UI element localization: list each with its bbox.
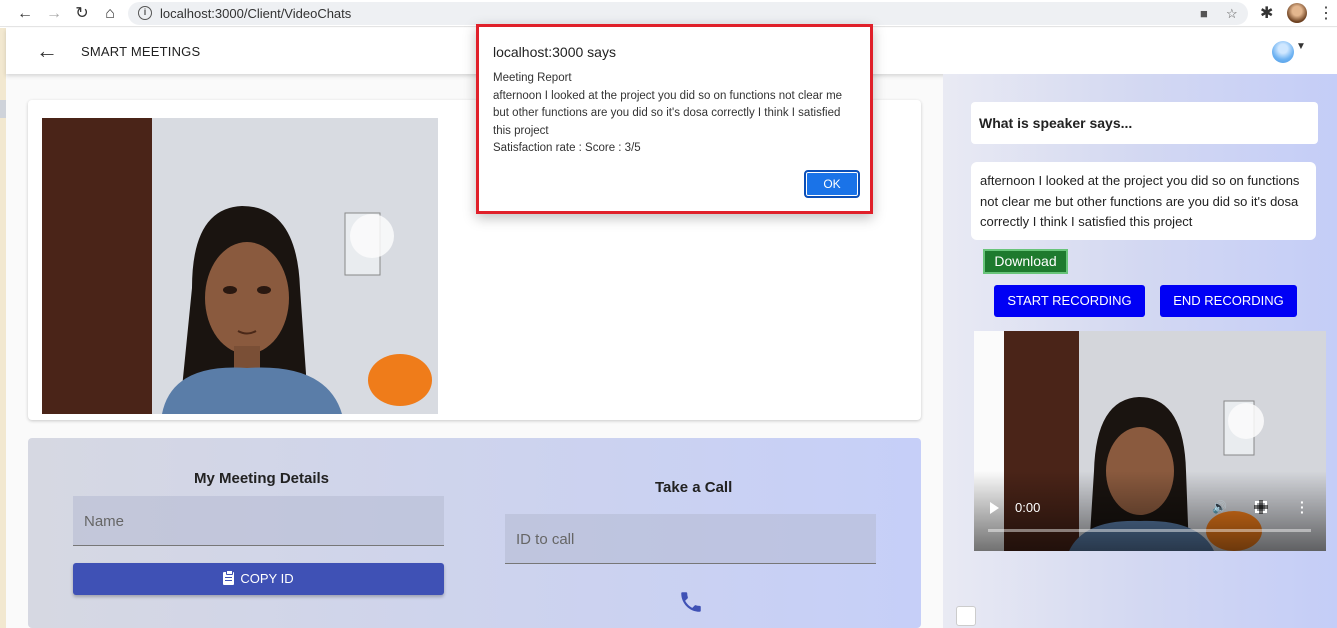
transcript-text: afternoon I looked at the project you di…	[971, 162, 1316, 240]
ok-button[interactable]: OK	[804, 170, 860, 198]
fullscreen-icon[interactable]	[1254, 500, 1268, 514]
page-title: SMART MEETINGS	[81, 44, 201, 59]
camera-icon[interactable]: ■	[1200, 6, 1208, 21]
more-options-icon[interactable]: · · ·	[1300, 495, 1305, 519]
id-to-call-placeholder: ID to call	[516, 531, 575, 548]
speaker-header: What is speaker says...	[971, 102, 1318, 144]
user-avatar[interactable]	[1272, 41, 1294, 63]
back-arrow-icon[interactable]: ←	[14, 3, 36, 25]
back-arrow-icon[interactable]: ←	[36, 38, 58, 64]
chevron-down-icon[interactable]: ▼	[1296, 41, 1306, 52]
browser-toolbar: ← → ↻ ⌂ i localhost:3000/Client/VideoCha…	[0, 0, 1337, 27]
recording-video-player[interactable]: 0:00 🔊 · · ·	[974, 331, 1326, 551]
info-icon[interactable]: i	[138, 6, 152, 20]
star-icon[interactable]: ☆	[1226, 6, 1238, 22]
dialog-text: afternoon I looked at the project you di…	[493, 89, 843, 137]
volume-icon[interactable]: 🔊	[1212, 500, 1227, 514]
player-controls: 0:00 🔊 · · ·	[974, 471, 1326, 551]
alert-dialog: localhost:3000 says Meeting Report after…	[476, 24, 873, 214]
speaker-title: What is speaker says...	[979, 115, 1133, 131]
phone-icon[interactable]	[678, 589, 704, 615]
play-icon[interactable]	[990, 502, 999, 514]
download-button[interactable]: Download	[983, 249, 1068, 274]
extensions-icon[interactable]: ✱	[1260, 3, 1273, 23]
copy-id-label: COPY ID	[240, 571, 294, 586]
start-recording-button[interactable]: START RECORDING	[994, 285, 1145, 317]
home-icon[interactable]: ⌂	[99, 3, 121, 25]
take-call-title: Take a Call	[655, 479, 733, 496]
checkbox[interactable]	[956, 606, 976, 626]
id-to-call-field[interactable]: ID to call	[505, 514, 876, 564]
name-field[interactable]: Name	[73, 496, 444, 546]
local-video	[42, 118, 438, 414]
meeting-details-title: My Meeting Details	[194, 470, 330, 487]
player-time: 0:00	[1015, 500, 1041, 515]
copy-id-button[interactable]: COPY ID	[73, 563, 444, 595]
name-placeholder: Name	[84, 513, 125, 530]
dialog-message: Meeting Report afternoon I looked at the…	[493, 70, 855, 158]
url-text[interactable]: localhost:3000/Client/VideoChats	[160, 6, 351, 21]
end-recording-button[interactable]: END RECORDING	[1160, 285, 1297, 317]
forward-arrow-icon[interactable]: →	[43, 3, 65, 25]
meeting-details-panel: My Meeting Details Name COPY ID Take a C…	[28, 438, 921, 628]
dialog-origin: localhost:3000 says	[493, 44, 616, 60]
clipboard-icon	[223, 570, 235, 585]
address-bar[interactable]: i localhost:3000/Client/VideoChats ■ ☆	[128, 2, 1248, 25]
speaker-panel: What is speaker says... afternoon I look…	[943, 74, 1337, 628]
reload-icon[interactable]: ↻	[71, 3, 93, 25]
webcam-image	[42, 118, 438, 414]
profile-avatar[interactable]	[1287, 3, 1307, 23]
menu-icon[interactable]: ⋮	[1318, 3, 1334, 23]
progress-bar[interactable]	[988, 529, 1311, 532]
dialog-heading: Meeting Report	[493, 72, 572, 84]
dialog-score: Satisfaction rate : Score : 3/5	[493, 142, 641, 154]
